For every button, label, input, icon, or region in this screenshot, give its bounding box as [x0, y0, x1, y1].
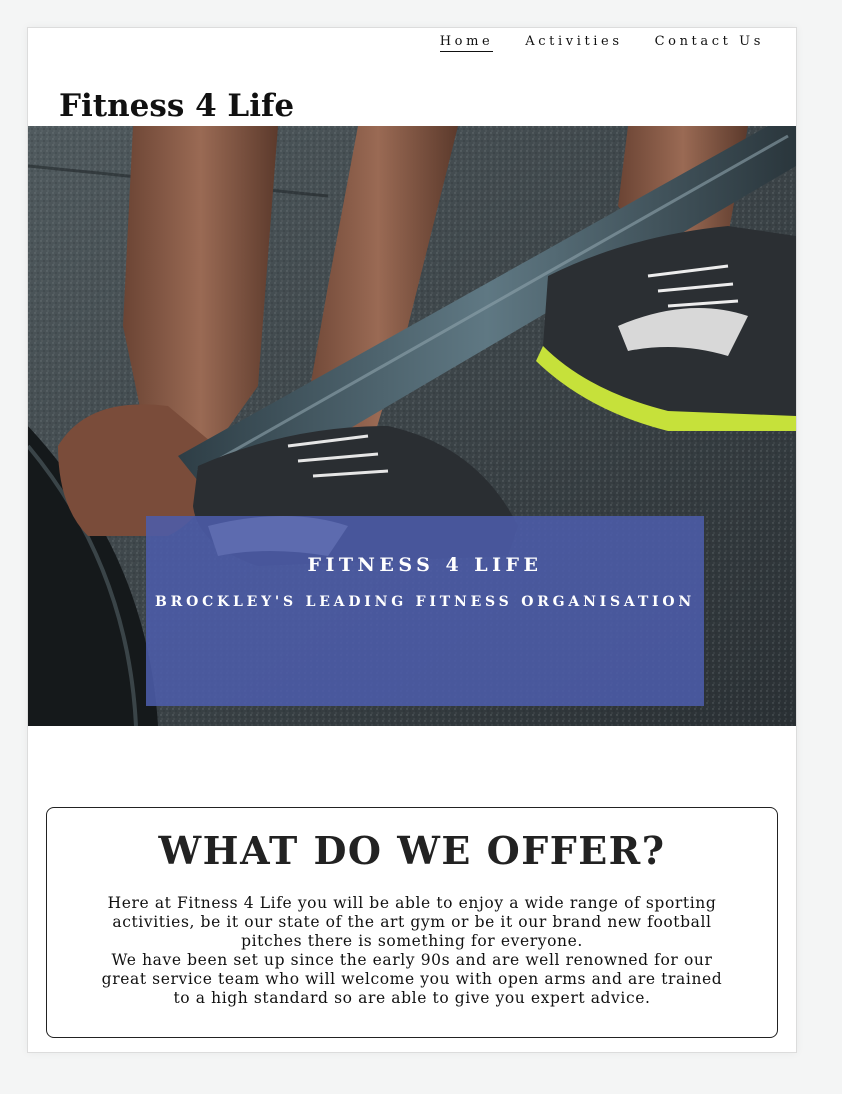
hero-section: FITNESS 4 LIFE BROCKLEY'S LEADING FITNES…: [28, 126, 796, 726]
offer-body: Here at Fitness 4 Life you will be able …: [97, 894, 727, 1008]
offer-card: WHAT DO WE OFFER? Here at Fitness 4 Life…: [46, 807, 778, 1038]
page-container: Home Activities Contact Us Fitness 4 Lif…: [27, 27, 797, 1053]
nav-contact-us[interactable]: Contact Us: [655, 34, 764, 52]
hero-banner: FITNESS 4 LIFE BROCKLEY'S LEADING FITNES…: [146, 516, 704, 706]
offer-paragraph-1: Here at Fitness 4 Life you will be able …: [107, 894, 717, 950]
nav-home[interactable]: Home: [439, 34, 494, 52]
banner-subtitle: BROCKLEY'S LEADING FITNESS ORGANISATION: [155, 594, 695, 610]
offer-heading: WHAT DO WE OFFER?: [158, 828, 666, 873]
main-nav: Home Activities Contact Us: [439, 34, 764, 52]
banner-title: FITNESS 4 LIFE: [307, 554, 543, 576]
site-title: Fitness 4 Life: [59, 88, 295, 124]
offer-paragraph-2: We have been set up since the early 90s …: [101, 951, 723, 1007]
nav-activities[interactable]: Activities: [525, 34, 622, 52]
